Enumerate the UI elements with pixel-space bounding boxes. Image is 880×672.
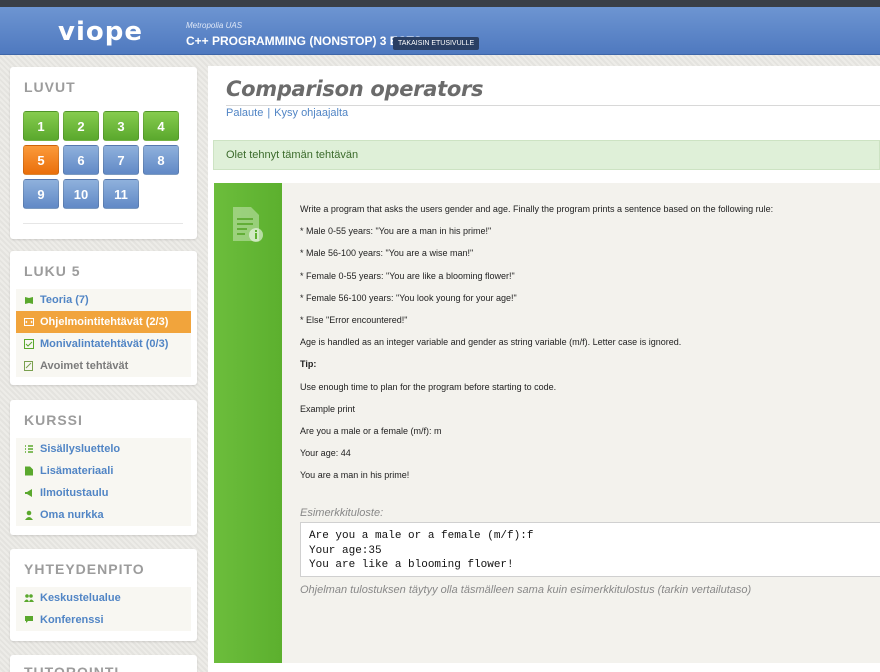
task-line: Use enough time to plan for the program …: [300, 381, 557, 392]
task-line: * Male 0-55 years: "You are a man in his…: [300, 226, 492, 237]
chapter-button-7[interactable]: 7: [103, 145, 139, 175]
document-icon: [25, 466, 33, 476]
menu-item-bulletin-board[interactable]: Ilmoitustaulu: [16, 482, 191, 504]
menu-item-open-tasks[interactable]: Avoimet tehtävät: [16, 355, 191, 377]
chapter-menu-title: LUKU 5: [24, 263, 81, 279]
chapter-button-1[interactable]: 1: [23, 111, 59, 141]
top-strip: [0, 0, 880, 7]
task-sidebar: [214, 183, 282, 663]
chapter-button-6[interactable]: 6: [63, 145, 99, 175]
menu-item-label: Keskustelualue: [40, 592, 121, 604]
menu-item-label: Ilmoitustaulu: [40, 487, 109, 499]
chapter-button-9[interactable]: 9: [23, 179, 59, 209]
menu-item-programming-tasks[interactable]: Ohjelmointitehtävät (2/3): [16, 311, 191, 333]
list-icon: [25, 445, 33, 453]
book-icon: [25, 297, 33, 304]
task-line: You are a man in his prime!: [300, 470, 410, 481]
example-output-line: Your age:35: [309, 544, 382, 557]
course-menu-title: KURSSI: [24, 412, 83, 428]
back-to-frontpage-button[interactable]: TAKAISIN ETUSIVULLE: [393, 37, 480, 50]
ask-instructor-link[interactable]: Kysy ohjaajalta: [274, 107, 348, 119]
menu-item-contents[interactable]: Sisällysluettelo: [16, 438, 191, 460]
menu-item-label: Teoria (7): [40, 294, 89, 306]
chapters-title: LUVUT: [24, 79, 76, 95]
completed-message: Olet tehnyt tämän tehtävän: [213, 140, 880, 170]
chat-icon: [25, 616, 33, 623]
course-panel: KURSSI Sisällysluettelo Lisämateriaali I…: [10, 400, 197, 535]
chapters-panel: LUVUT 1 2 3 4 5 6 7 8 9 10 11: [10, 67, 197, 239]
example-output-line: You are like a blooming flower!: [309, 559, 514, 571]
example-output-label: Esimerkkituloste:: [300, 507, 384, 519]
tip-heading: Tip:: [300, 359, 317, 370]
task-line: Your age: 44: [300, 448, 351, 459]
task-line: * Else "Error encountered!": [300, 314, 408, 325]
menu-item-forum[interactable]: Keskustelualue: [16, 587, 191, 609]
checklist-icon: [24, 339, 34, 349]
contact-panel: YHTEYDENPITO Keskustelualue Konferenssi: [10, 549, 197, 641]
menu-item-theory[interactable]: Teoria (7): [16, 289, 191, 311]
link-separator: |: [267, 107, 271, 119]
title-links: Palaute | Kysy ohjaajalta: [226, 107, 348, 119]
chapter-button-5[interactable]: 5: [23, 145, 59, 175]
chapter-menu-panel: LUKU 5 Teoria (7) Ohjelmointitehtävät (2…: [10, 251, 197, 385]
chapter-button-2[interactable]: 2: [63, 111, 99, 141]
menu-item-label: Oma nurkka: [40, 509, 104, 521]
task-line: Write a program that asks the users gend…: [300, 204, 774, 214]
menu-item-label: Ohjelmointitehtävät (2/3): [40, 316, 169, 328]
chapter-button-8[interactable]: 8: [143, 145, 179, 175]
task-line: * Male 56-100 years: "You are a wise man…: [300, 248, 474, 259]
tutoring-panel: TUTOROINTI: [10, 655, 197, 672]
menu-item-multiple-choice[interactable]: Monivalintatehtävät (0/3): [16, 333, 191, 355]
chapter-button-4[interactable]: 4: [143, 111, 179, 141]
task-line: * Female 56-100 years: "You look young f…: [300, 292, 517, 303]
contact-menu-title: YHTEYDENPITO: [24, 561, 145, 577]
task-area: Write a program that asks the users gend…: [214, 183, 880, 663]
course-title: C++ PROGRAMMING (NONSTOP) 3 ECTS: [186, 34, 422, 48]
menu-item-label: Konferenssi: [40, 614, 104, 626]
chapter-button-3[interactable]: 3: [103, 111, 139, 141]
code-icon: [24, 318, 34, 326]
menu-item-conference[interactable]: Konferenssi: [16, 609, 191, 631]
people-icon: [24, 594, 34, 602]
organization-label: Metropolia UAS: [186, 21, 243, 30]
main-content: Comparison operators Palaute | Kysy ohjaaj…: [208, 66, 880, 672]
title-divider: [226, 105, 880, 106]
chapter-button-10[interactable]: 10: [63, 179, 99, 209]
task-line: Age is handled as an integer variable an…: [300, 337, 682, 348]
chapter-button-11[interactable]: 11: [103, 179, 139, 209]
app-header: viope Metropolia UAS C++ PROGRAMMING (NO…: [0, 7, 880, 55]
feedback-link[interactable]: Palaute: [226, 107, 263, 119]
example-output-box: Are you a male or a female (m/f):f Your …: [300, 522, 880, 577]
menu-item-label: Avoimet tehtävät: [40, 360, 129, 372]
output-note: Ohjelman tulostuksen täytyy olla täsmäll…: [300, 584, 752, 596]
divider: [23, 223, 183, 224]
example-output-line: Are you a male or a female (m/f):f: [309, 530, 534, 542]
task-line: Are you a male or a female (m/f): m: [300, 425, 442, 436]
menu-item-my-corner[interactable]: Oma nurkka: [16, 504, 191, 526]
task-line: * Female 0-55 years: "You are like a blo…: [300, 270, 515, 281]
viope-logo[interactable]: viope: [58, 17, 143, 47]
task-info-icon: [233, 207, 263, 242]
menu-item-label: Lisämateriaali: [40, 465, 114, 477]
page-title: Comparison operators: [226, 77, 484, 101]
user-icon: [25, 510, 33, 520]
task-description: Write a program that asks the users gend…: [300, 203, 875, 491]
edit-icon: [24, 361, 33, 371]
menu-item-label: Sisällysluettelo: [40, 443, 121, 455]
tutoring-title: TUTOROINTI: [24, 664, 120, 672]
menu-item-label: Monivalintatehtävät (0/3): [40, 338, 169, 350]
menu-item-extra-material[interactable]: Lisämateriaali: [16, 460, 191, 482]
task-line: Example print: [300, 403, 356, 414]
megaphone-icon: [25, 489, 32, 497]
